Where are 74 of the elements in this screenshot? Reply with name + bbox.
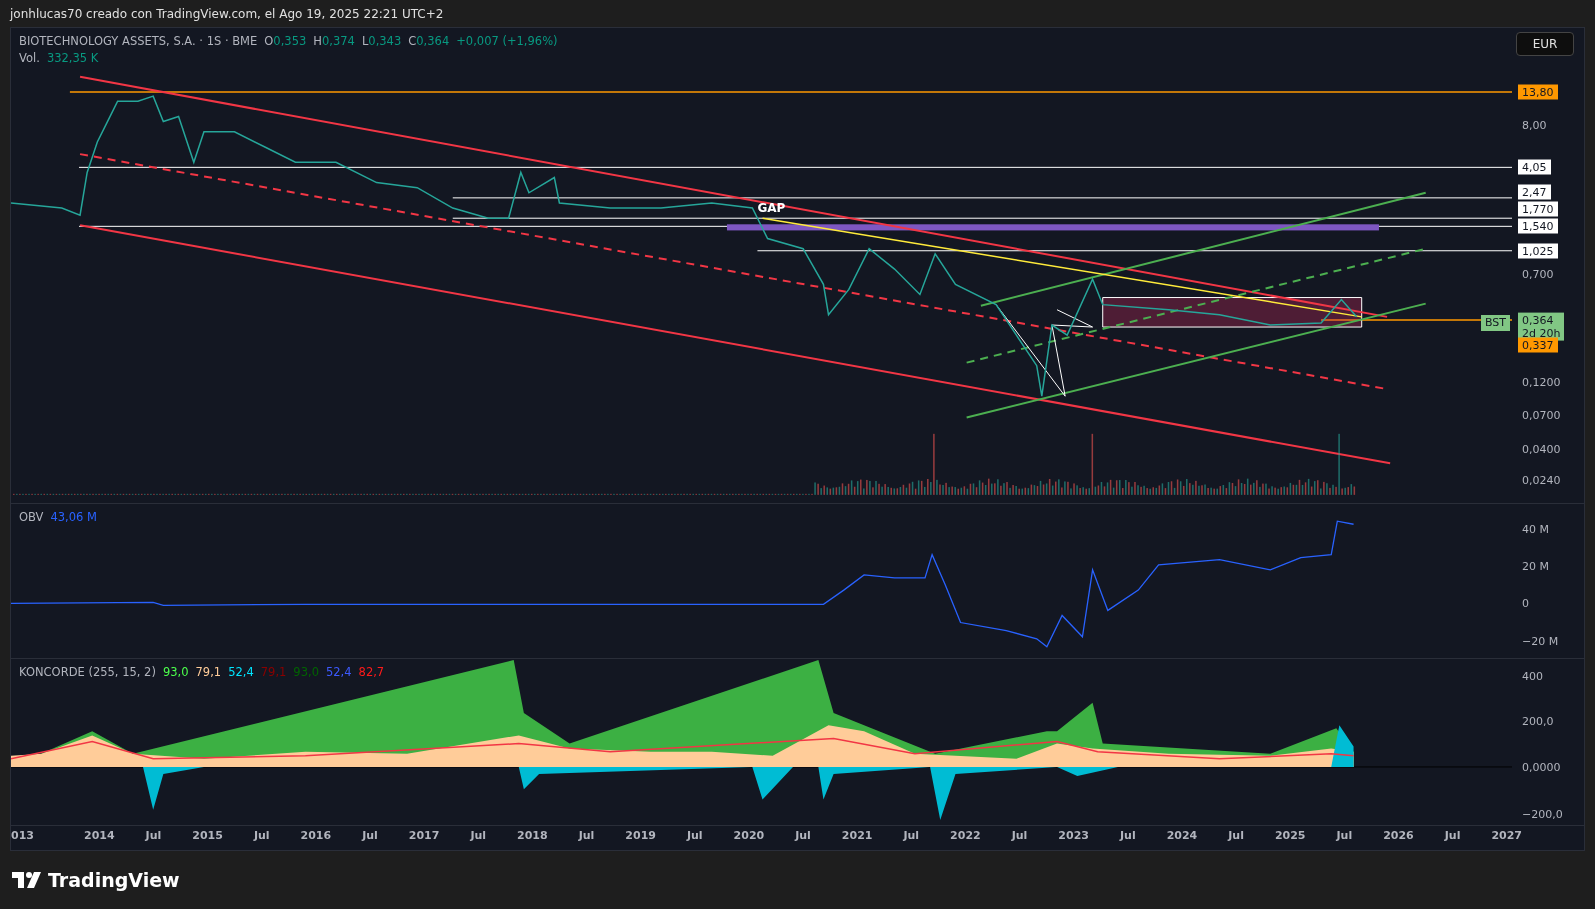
price-tick: 0,0700 [1521, 407, 1562, 422]
time-tick: 2025 [1274, 829, 1306, 842]
koncorde-value: 52,4 [325, 665, 352, 679]
time-tick: Jul [1444, 829, 1461, 842]
time-tick: 2024 [1166, 829, 1198, 842]
price-tick: 0,0240 [1521, 472, 1562, 488]
time-tick: 013 [11, 829, 34, 842]
time-tick: 2016 [300, 829, 332, 842]
volume-value: 332,35 K [46, 51, 99, 65]
time-tick: 2019 [625, 829, 656, 842]
time-tick: Jul [795, 829, 811, 842]
koncorde-value: 93,0 [162, 665, 189, 679]
level-price-label: 2,47 [1518, 184, 1551, 200]
obv-tick: 20 M [1521, 558, 1550, 574]
time-tick: 2021 [841, 829, 873, 842]
time-tick: 2017 [408, 829, 440, 842]
price-tick: 0,0400 [1521, 441, 1562, 457]
time-tick: Jul [686, 829, 703, 842]
koncorde-tick: 0,0000 [1521, 759, 1562, 775]
level-price-label: 1,770 [1518, 201, 1558, 217]
ohlc-value: H0,374 [313, 34, 355, 48]
koncorde-tick: −200,0 [1521, 806, 1564, 822]
time-tick: Jul [1228, 829, 1244, 842]
indicator-name: OBV [19, 510, 44, 524]
time-tick: Jul [1119, 829, 1136, 842]
time-tick: 2026 [1383, 829, 1414, 842]
time-tick: Jul [903, 829, 920, 842]
price-tick: 0,700 [1521, 266, 1555, 282]
koncorde-value: 79,1 [195, 665, 222, 679]
time-tick: Jul [1011, 829, 1028, 842]
gap-label: GAP [757, 200, 786, 215]
koncorde-tick: 400 [1521, 668, 1544, 684]
time-tick: 2023 [1058, 829, 1089, 842]
symbol-tag: BST [1480, 314, 1510, 331]
time-tick: Jul [578, 829, 595, 842]
currency-button[interactable]: EUR [1516, 32, 1574, 56]
ohlc-value: C0,364 [408, 34, 450, 48]
time-tick: Jul [1336, 829, 1353, 842]
level-price-label: 1,025 [1518, 243, 1558, 259]
alert-price-label: 13,80 [1518, 84, 1558, 100]
change-value: +0,007 (+1,96%) [456, 34, 558, 48]
brand-name: TradingView [48, 869, 180, 891]
time-tick: Jul [253, 829, 270, 842]
obv-tick: 0 [1521, 595, 1530, 611]
time-tick: 2020 [733, 829, 765, 842]
ohlc-value: L0,343 [361, 34, 402, 48]
koncorde-value: 52,4 [228, 665, 254, 679]
price-tick: 0,1200 [1521, 374, 1562, 390]
koncorde-value: 93,0 [293, 665, 319, 679]
time-tick: Jul [362, 829, 378, 842]
obv-value: 43,06 M [50, 510, 97, 524]
koncorde-value: 79,1 [260, 665, 287, 679]
alert-price-label: 0,337 [1518, 337, 1558, 353]
time-tick: 2022 [950, 829, 981, 842]
volume-label: Vol. [19, 51, 40, 65]
ohlc-value: O0,353 [264, 34, 307, 48]
time-tick: 2027 [1491, 829, 1523, 842]
time-tick: 2018 [517, 829, 548, 842]
obv-tick: 40 M [1521, 521, 1550, 537]
author-line: jonhlucas70 creado con TradingView.com, el Ago 19, 2025 22:21 UTC+2 [10, 6, 444, 21]
time-tick: Jul [145, 829, 162, 842]
tradingview-logo-icon [12, 872, 42, 888]
level-price-label: 4,05 [1518, 159, 1551, 175]
indicator-name: KONCORDE (255, 15, 2) [19, 665, 156, 679]
symbol-name: BIOTECHNOLOGY ASSETS, S.A. · 1S · BME [19, 34, 258, 48]
last-price-label: 0,364 2d 20h [1518, 312, 1565, 341]
koncorde-tick: 200,0 [1521, 713, 1555, 729]
level-price-label: 1,540 [1518, 218, 1558, 234]
time-tick: 2014 [84, 829, 115, 842]
time-tick: 2015 [192, 829, 223, 842]
obv-tick: −20 M [1521, 633, 1560, 649]
time-tick: Jul [470, 829, 487, 842]
price-tick: 8,00 [1521, 117, 1548, 133]
koncorde-value: 82,7 [358, 665, 385, 679]
